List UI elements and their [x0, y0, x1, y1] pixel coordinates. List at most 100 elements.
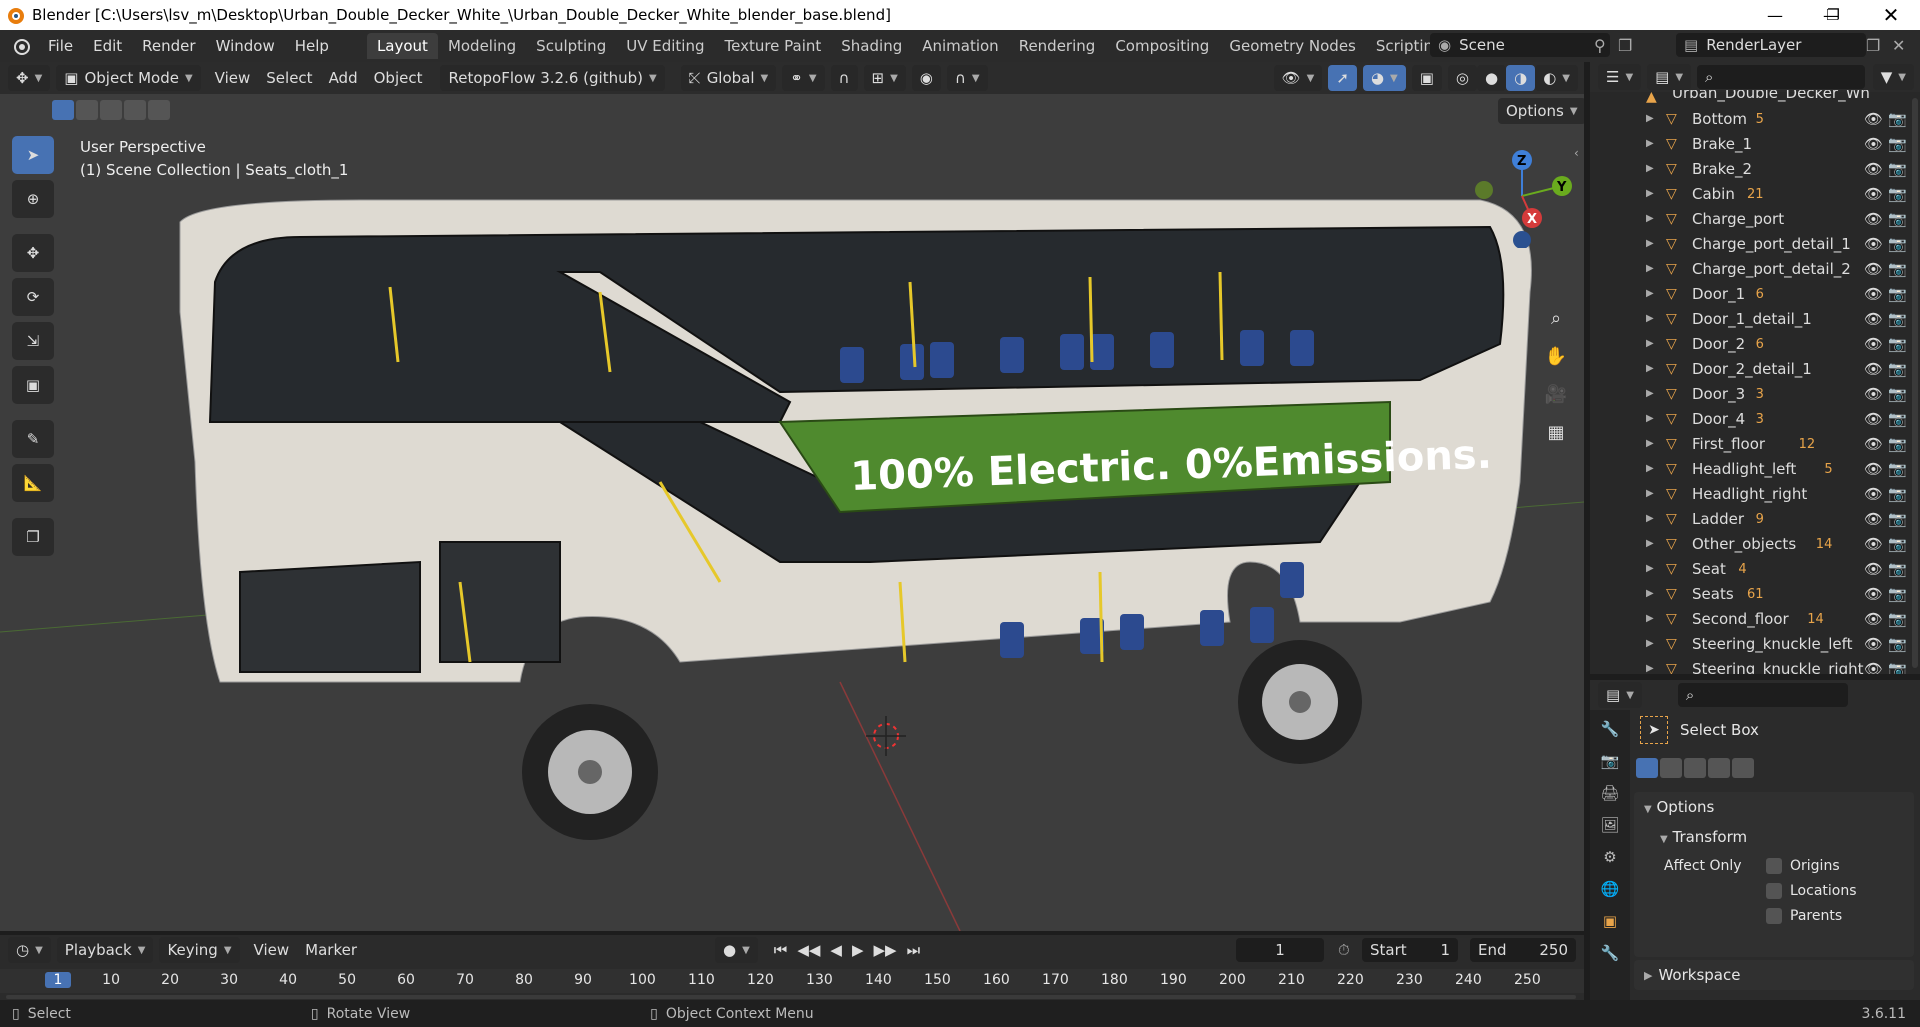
outliner-row[interactable]: ▶ ▽ Charge_port_detail_1 👁 📷 — [1590, 231, 1920, 256]
outliner-row[interactable]: ▶ ▽ Brake_2 👁 📷 — [1590, 156, 1920, 181]
visibility-eye-icon[interactable]: 👁 — [1864, 660, 1883, 675]
measure-tool[interactable]: 📐 — [12, 464, 54, 502]
tab-layout[interactable]: Layout — [366, 33, 438, 59]
pan-hand-icon[interactable]: ✋ — [1540, 340, 1572, 372]
stopwatch-icon[interactable]: ⏱ — [1338, 941, 1350, 959]
tab-modeling[interactable]: Modeling — [438, 33, 526, 59]
transform-header[interactable]: ▼ Transform — [1660, 828, 1747, 846]
filter-button[interactable]: ▼ ▼ — [1872, 64, 1914, 90]
outliner-row[interactable]: ▶ ▽ First_floor 12 👁 📷 — [1590, 431, 1920, 456]
render-camera-icon[interactable]: 📷 — [1888, 660, 1907, 675]
cursor-tool[interactable]: ⊕ — [12, 180, 54, 218]
select-invert-icon[interactable] — [124, 100, 146, 120]
end-frame-field[interactable]: End 250 — [1470, 938, 1576, 962]
mode-selector[interactable]: ▣ Object Mode ▼ — [56, 65, 201, 91]
visibility-eye-icon[interactable]: 👁 — [1864, 360, 1883, 378]
outliner-row[interactable]: ▶ ▽ Second_floor 14 👁 📷 — [1590, 606, 1920, 631]
outliner-row-collection[interactable]: ▲ Urban_Double_Decker_Wh — [1590, 90, 1920, 104]
expand-arrow-icon[interactable]: ▶ — [1646, 388, 1654, 399]
menu-select[interactable]: Select — [258, 69, 320, 87]
remove-layer-icon[interactable]: ✕ — [1892, 36, 1905, 55]
render-camera-icon[interactable]: 📷 — [1888, 485, 1907, 503]
visibility-eye-icon[interactable]: 👁 — [1864, 185, 1883, 203]
render-tab-icon[interactable]: 📷 — [1601, 752, 1620, 770]
menu-add[interactable]: Add — [321, 69, 366, 87]
expand-arrow-icon[interactable]: ▶ — [1646, 638, 1654, 649]
mode-intersect-icon[interactable] — [1732, 758, 1754, 778]
outliner-row[interactable]: ▶ ▽ Other_objects 14 👁 📷 — [1590, 531, 1920, 556]
visibility-eye-icon[interactable]: 👁 — [1864, 435, 1883, 453]
outliner-row[interactable]: ▶ ▽ Ladder 9 👁 📷 — [1590, 506, 1920, 531]
tab-sculpting[interactable]: Sculpting — [526, 33, 616, 59]
menu-render[interactable]: Render — [132, 34, 205, 58]
output-tab-icon[interactable]: 🖨 — [1600, 784, 1619, 802]
jump-start-icon[interactable]: ⏮ — [774, 941, 788, 959]
timeline-view-menu[interactable]: View — [246, 941, 298, 959]
wireframe-shading-button[interactable]: ◎ — [1447, 65, 1478, 91]
3d-viewport[interactable]: 100% Electric. 0%Emissions. ✥ ▼ ▣ Object M… — [0, 62, 1584, 931]
options-header[interactable]: ▼ Options — [1644, 798, 1714, 816]
render-camera-icon[interactable]: 📷 — [1888, 210, 1907, 228]
workspace-panel-header[interactable]: ▶ Workspace — [1634, 960, 1914, 990]
visibility-eye-icon[interactable]: 👁 — [1864, 385, 1883, 403]
next-keyframe-icon[interactable]: ▶▶ — [873, 941, 896, 959]
render-camera-icon[interactable]: 📷 — [1888, 435, 1907, 453]
select-subtract-icon[interactable] — [100, 100, 122, 120]
jump-end-icon[interactable]: ⏭ — [907, 941, 921, 959]
mode-new-icon[interactable] — [1636, 758, 1658, 778]
visibility-eye-icon[interactable]: 👁 — [1864, 460, 1883, 478]
outliner-row[interactable]: ▶ ▽ Brake_1 👁 📷 — [1590, 131, 1920, 156]
new-layer-icon[interactable]: ❐ — [1866, 36, 1880, 55]
overlay-toggle[interactable]: ◕ ▼ — [1362, 65, 1406, 91]
scale-tool[interactable]: ⇲ — [12, 322, 54, 360]
expand-arrow-icon[interactable]: ▶ — [1646, 288, 1654, 299]
expand-arrow-icon[interactable]: ▶ — [1646, 213, 1654, 224]
outliner-row[interactable]: ▶ ▽ Door_2 6 👁 📷 — [1590, 331, 1920, 356]
render-layer-selector[interactable]: ▤ RenderLayer — [1676, 33, 1866, 57]
expand-arrow-icon[interactable]: ▶ — [1646, 663, 1654, 674]
outliner-row[interactable]: ▶ ▽ Door_1 6 👁 📷 — [1590, 281, 1920, 306]
parents-checkbox[interactable]: Parents — [1766, 908, 1842, 924]
render-camera-icon[interactable]: 📷 — [1888, 235, 1907, 253]
solid-shading-button[interactable]: ● — [1477, 65, 1507, 91]
pivot-selector[interactable]: ⚭ ▼ — [782, 65, 825, 91]
render-camera-icon[interactable]: 📷 — [1888, 185, 1907, 203]
timeline-editor-type[interactable]: ◷ ▼ — [8, 937, 51, 963]
play-reverse-icon[interactable]: ◀ — [830, 941, 842, 959]
scene-selector[interactable]: ◉ Scene — [1430, 33, 1610, 57]
zoom-icon[interactable]: ⌕ — [1540, 302, 1572, 334]
proportional-edit-toggle[interactable]: ◉ — [911, 65, 941, 91]
expand-arrow-icon[interactable]: ▶ — [1646, 363, 1654, 374]
tab-geometry-nodes[interactable]: Geometry Nodes — [1219, 33, 1366, 59]
outliner-row[interactable]: ▶ ▽ Charge_port 👁 📷 — [1590, 206, 1920, 231]
properties-search-input[interactable]: ⌕ — [1677, 683, 1848, 707]
mode-invert-icon[interactable] — [1708, 758, 1730, 778]
tab-uv-editing[interactable]: UV Editing — [616, 33, 714, 59]
frame-ruler[interactable]: 1 10 20 30 40 50 60 70 80 90 100 110 120 130 140 150 160… — [0, 969, 1584, 993]
menu-object[interactable]: Object — [366, 69, 431, 87]
outliner-row[interactable]: ▶ ▽ Headlight_left 5 👁 📷 — [1590, 456, 1920, 481]
render-camera-icon[interactable]: 📷 — [1888, 285, 1907, 303]
material-shading-button[interactable]: ◑ — [1506, 65, 1536, 91]
tab-rendering[interactable]: Rendering — [1009, 33, 1106, 59]
visibility-eye-icon[interactable]: 👁 — [1864, 410, 1883, 428]
blender-menu-icon[interactable] — [10, 35, 32, 57]
outliner-row[interactable]: ▶ ▽ Charge_port_detail_2 👁 📷 — [1590, 256, 1920, 281]
mode-subtract-icon[interactable] — [1684, 758, 1706, 778]
world-tab-icon[interactable]: 🌐 — [1601, 880, 1620, 898]
view-layer-tab-icon[interactable]: 🖼 — [1600, 816, 1619, 834]
render-camera-icon[interactable]: 📷 — [1888, 335, 1907, 353]
timeline-scrollbar[interactable] — [6, 995, 1576, 999]
annotate-tool[interactable]: ✎ — [12, 420, 54, 458]
tab-shading[interactable]: Shading — [831, 33, 912, 59]
display-mode-selector[interactable]: ▤ ▼ — [1647, 64, 1692, 90]
outliner-row[interactable]: ▶ ▽ Door_3 3 👁 📷 — [1590, 381, 1920, 406]
expand-arrow-icon[interactable]: ▶ — [1646, 613, 1654, 624]
locations-checkbox[interactable]: Locations — [1766, 883, 1857, 899]
retopoflow-menu[interactable]: RetopoFlow 3.2.6 (github) ▼ — [440, 65, 665, 91]
select-new-icon[interactable] — [52, 100, 74, 120]
visibility-eye-icon[interactable]: 👁 — [1864, 560, 1883, 578]
outliner-row[interactable]: ▶ ▽ Seat 4 👁 📷 — [1590, 556, 1920, 581]
menu-file[interactable]: File — [38, 34, 83, 58]
outliner-editor-type[interactable]: ☰ ▼ — [1598, 64, 1642, 90]
